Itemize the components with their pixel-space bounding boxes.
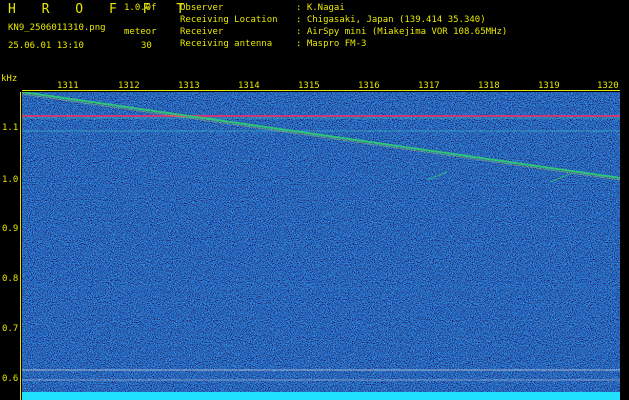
timestamp: 25.06.01 13:10 bbox=[8, 41, 84, 51]
spectrogram-screen: H R O F F T 1.0.0f KN9_2506011310.png me… bbox=[0, 0, 629, 400]
spectrogram-plot bbox=[22, 92, 620, 400]
app-title: H R O F F T bbox=[8, 2, 194, 17]
info-key-antenna: Receiving antenna bbox=[180, 39, 273, 49]
y-tick-label: 1.0 bbox=[2, 175, 19, 185]
y-tick-label: 0.9 bbox=[2, 224, 19, 234]
baseline-band bbox=[22, 392, 620, 400]
file-name: KN9_2506011310.png bbox=[8, 23, 106, 33]
x-axis-line bbox=[22, 90, 620, 91]
meteor-count: 30 bbox=[141, 41, 152, 51]
info-key-observer: Observer bbox=[180, 3, 224, 13]
y-axis-unit: kHz bbox=[1, 74, 18, 84]
y-tick-label: 0.6 bbox=[2, 374, 19, 384]
info-value-antenna: : Maspro FM-3 bbox=[296, 39, 367, 49]
info-value-location: : Chigasaki, Japan (139.414 35.340) bbox=[296, 15, 486, 25]
info-value-observer: : K.Nagai bbox=[296, 3, 345, 13]
spectrogram-canvas bbox=[22, 92, 620, 400]
y-tick-label: 1.1 bbox=[2, 123, 19, 133]
noise-speckle bbox=[22, 92, 620, 400]
info-key-receiver: Receiver bbox=[180, 27, 224, 37]
y-axis-line bbox=[20, 92, 21, 400]
info-key-location: Receiving Location bbox=[180, 15, 278, 25]
meteor-label: meteor bbox=[124, 27, 157, 37]
y-tick-label: 0.8 bbox=[2, 274, 19, 284]
info-value-receiver: : AirSpy mini (Miakejima VOR 108.65MHz) bbox=[296, 27, 508, 37]
y-tick-label: 0.7 bbox=[2, 324, 19, 334]
app-version: 1.0.0f bbox=[124, 3, 157, 13]
